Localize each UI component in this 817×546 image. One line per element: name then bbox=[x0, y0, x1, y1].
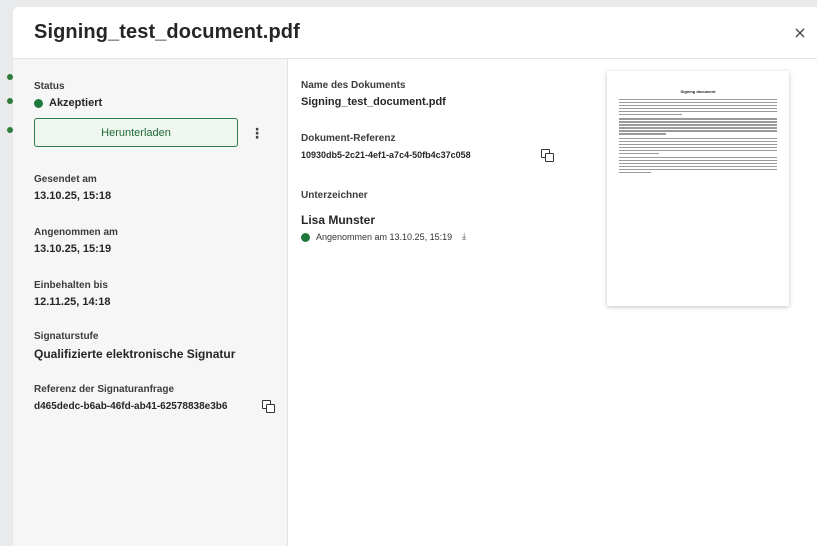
accepted-label: Angenommen am bbox=[34, 227, 118, 238]
preview-paragraph bbox=[619, 118, 777, 135]
document-reference-row: 10930db5-2c21-4ef1-a7c4-50fb4c37c058 bbox=[301, 149, 554, 162]
preview-paragraph bbox=[619, 156, 777, 174]
sent-section: Gesendet am 13.10.25, 15:18 bbox=[34, 174, 111, 202]
modal-header: Signing_test_document.pdf × bbox=[13, 7, 817, 59]
document-reference-section: Dokument-Referenz 10930db5-2c21-4ef1-a7c… bbox=[301, 133, 554, 162]
signature-level-section: Signaturstufe Qualifizierte elektronisch… bbox=[34, 331, 235, 361]
signer-name: Lisa Munster bbox=[301, 213, 376, 227]
accepted-section: Angenommen am 13.10.25, 15:19 bbox=[34, 227, 118, 255]
status-label: Status bbox=[34, 81, 65, 92]
retained-section: Einbehalten bis 12.11.25, 14:18 bbox=[34, 280, 110, 308]
more-vertical-icon[interactable]: ⋮ bbox=[250, 126, 264, 140]
status-dot-icon bbox=[34, 98, 43, 108]
document-name-value: Signing_test_document.pdf bbox=[301, 96, 446, 108]
signature-level-label: Signaturstufe bbox=[34, 331, 99, 342]
status-row: Akzeptiert bbox=[34, 97, 287, 109]
modal-title: Signing_test_document.pdf bbox=[34, 21, 300, 43]
signer-status-text: Angenommen am 13.10.25, 15:19 bbox=[316, 232, 453, 242]
request-reference-value: d465dedc-b6ab-46fd-ab41-62578838e3b6 bbox=[34, 400, 228, 412]
document-reference-value: 10930db5-2c21-4ef1-a7c4-50fb4c37c058 bbox=[301, 150, 471, 160]
retained-value: 12.11.25, 14:18 bbox=[34, 296, 111, 308]
signer-status: Angenommen am 13.10.25, 15:19 ⤓ bbox=[301, 232, 466, 242]
preview-paragraph bbox=[619, 137, 777, 154]
sent-label: Gesendet am bbox=[34, 174, 97, 185]
download-icon[interactable]: ⤓ bbox=[462, 232, 466, 242]
signature-level-value: Qualifizierte elektronische Signatur bbox=[34, 347, 236, 361]
status-dot-icon bbox=[301, 232, 310, 242]
signers-label: Unterzeichner bbox=[301, 190, 368, 201]
download-row: Herunterladen ⋮ bbox=[34, 118, 287, 147]
details-sidebar: Status Akzeptiert Herunterladen ⋮ Gesend… bbox=[13, 59, 288, 546]
signers-section: Unterzeichner Lisa Munster Angenommen am… bbox=[301, 190, 466, 242]
document-main: Name des Dokuments Signing_test_document… bbox=[289, 59, 817, 546]
retained-label: Einbehalten bis bbox=[34, 280, 108, 291]
request-reference-label: Referenz der Signaturanfrage bbox=[34, 384, 175, 395]
document-reference-label: Dokument-Referenz bbox=[301, 133, 396, 144]
accepted-value: 13.10.25, 15:19 bbox=[34, 243, 112, 255]
document-name-label: Name des Dokuments bbox=[301, 80, 406, 91]
document-details-modal: Signing_test_document.pdf × Status Akzep… bbox=[13, 7, 817, 546]
modal-body: Status Akzeptiert Herunterladen ⋮ Gesend… bbox=[13, 59, 817, 546]
copy-icon[interactable] bbox=[262, 400, 275, 413]
close-icon[interactable]: × bbox=[789, 21, 811, 43]
document-name-section: Name des Dokuments Signing_test_document… bbox=[301, 80, 446, 108]
signer-item: Lisa Munster Angenommen am 13.10.25, 15:… bbox=[301, 213, 466, 242]
copy-icon[interactable] bbox=[541, 149, 554, 162]
request-reference-section: Referenz der Signaturanfrage d465dedc-b6… bbox=[34, 384, 275, 413]
preview-title: Signing document bbox=[680, 89, 716, 94]
sent-value: 13.10.25, 15:18 bbox=[34, 190, 112, 202]
download-button[interactable]: Herunterladen bbox=[34, 118, 238, 147]
document-preview[interactable]: Signing document bbox=[607, 71, 789, 306]
preview-paragraph bbox=[619, 99, 777, 116]
request-reference-row: d465dedc-b6ab-46fd-ab41-62578838e3b6 bbox=[34, 400, 275, 413]
status-value: Akzeptiert bbox=[49, 97, 103, 109]
